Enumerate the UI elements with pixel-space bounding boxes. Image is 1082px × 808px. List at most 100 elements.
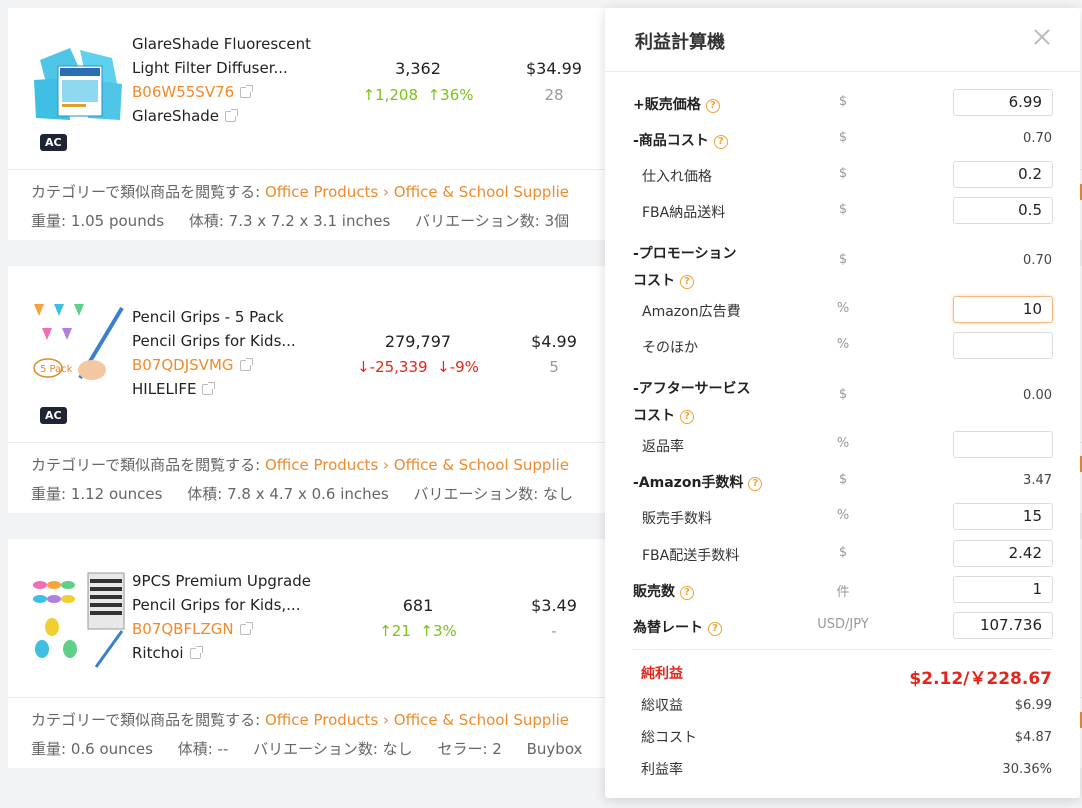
external-link-icon[interactable]: [189, 646, 203, 659]
brand-text: HILELIFE: [132, 380, 197, 398]
product-asin-link[interactable]: B07QBFLZGN: [132, 617, 253, 641]
rank-change-value: 1,208: [375, 86, 419, 104]
calculator-row: -商品コスト? $0.70: [605, 121, 1080, 157]
help-icon[interactable]: ?: [748, 477, 763, 491]
row-label-text: 返品率: [642, 439, 684, 455]
divider: [633, 649, 1053, 650]
amazon-choice-badge: AC: [40, 134, 67, 151]
value-input[interactable]: [953, 431, 1053, 458]
row-label: 仕入れ価格: [642, 166, 712, 186]
arrow-up-icon: ↑: [415, 622, 433, 640]
sellers: セラー: 2: [437, 740, 502, 758]
help-icon[interactable]: ?: [708, 622, 722, 636]
variations: バリエーション数: なし: [253, 740, 413, 758]
value-input[interactable]: [953, 332, 1053, 359]
row-label: そのほか: [642, 337, 698, 357]
sales-rank: 279,797: [384, 332, 452, 351]
value-input[interactable]: 0.5: [953, 197, 1053, 224]
value-input[interactable]: 15: [953, 503, 1053, 530]
category-prefix: カテゴリーで類似商品を閲覧する:: [31, 711, 265, 729]
product-title-line2[interactable]: Light Filter Diffuser...: [132, 56, 288, 80]
weight: 重量: 0.6 ounces: [31, 740, 153, 758]
arrow-up-icon: ↑: [362, 86, 376, 104]
help-icon[interactable]: ?: [680, 410, 694, 424]
help-icon[interactable]: ?: [705, 99, 720, 113]
product-asin-link[interactable]: B07QDJSVMG: [132, 353, 253, 377]
row-label: -商品コスト?: [633, 130, 728, 150]
row-label: 販売手数料: [642, 508, 712, 528]
profit-margin-label: 利益率: [641, 762, 683, 778]
arrow-up-icon: ↑: [379, 622, 392, 640]
external-link-icon[interactable]: [202, 382, 216, 395]
help-icon[interactable]: ?: [680, 586, 694, 600]
category-link[interactable]: Office Products › Office & School Suppli…: [265, 456, 569, 474]
weight: 重量: 1.12 ounces: [31, 485, 163, 503]
product-specs: 重量: 0.6 ounces 体積: -- バリエーション数: なし セラー: …: [31, 738, 602, 759]
row-label-text: -アフターサービス: [633, 381, 751, 397]
rank-change: ↓-25,339 ↓-9%: [338, 358, 498, 376]
calculator-row: 販売手数料% 15: [605, 499, 1080, 535]
row-label-text: 販売数: [633, 584, 675, 600]
product-specs: 重量: 1.05 pounds 体積: 7.3 x 7.2 x 3.1 inch…: [31, 210, 589, 231]
unit-label: $: [838, 545, 848, 560]
unit-label: $: [838, 94, 848, 109]
row-label-text: +販売価格: [633, 97, 701, 113]
unit-label: %: [836, 508, 850, 523]
asin-text: B07QBFLZGN: [132, 620, 234, 638]
row-label-text: 販売手数料: [642, 511, 712, 527]
row-label-text: FBA納品送料: [642, 205, 726, 221]
calculator-row: Amazon広告費% 10: [605, 292, 1080, 328]
row-label-text: 仕入れ価格: [642, 169, 712, 185]
category-prefix: カテゴリーで類似商品を閲覧する:: [31, 456, 265, 474]
product-title-line1[interactable]: 9PCS Premium Upgrade: [132, 569, 311, 593]
external-link-icon[interactable]: [239, 358, 253, 371]
row-label-text: 為替レート: [633, 620, 703, 636]
rank-change-value: 21: [391, 622, 411, 640]
product-title-line1[interactable]: Pencil Grips - 5 Pack: [132, 305, 284, 329]
product-title-line2[interactable]: Pencil Grips for Kids,...: [132, 593, 300, 617]
value-input[interactable]: 6.99: [953, 89, 1053, 116]
unit-label: %: [836, 436, 850, 451]
product-brand-link[interactable]: GlareShade: [132, 104, 239, 128]
product-brand-link[interactable]: Ritchoi: [132, 641, 203, 665]
weight: 重量: 1.05 pounds: [31, 212, 165, 230]
product-image[interactable]: [30, 40, 128, 138]
panel-title: 利益計算機: [635, 32, 725, 53]
product-brand-link[interactable]: HILELIFE: [132, 377, 216, 401]
external-link-icon[interactable]: [225, 109, 239, 122]
calculator-row: 返品率%: [605, 427, 1080, 463]
close-icon[interactable]: [1031, 26, 1053, 48]
value-input[interactable]: 10: [953, 296, 1053, 323]
help-icon[interactable]: ?: [713, 135, 728, 149]
unit-label: $: [838, 130, 848, 145]
category-link[interactable]: Office Products › Office & School Suppli…: [265, 711, 569, 729]
total-revenue-label: 総収益: [641, 698, 683, 714]
rank-change: ↑21 ↑3%: [338, 622, 498, 640]
value-input[interactable]: 1: [953, 576, 1053, 603]
external-link-icon[interactable]: [240, 85, 254, 98]
calculator-row: 販売数? 件 1: [605, 572, 1080, 608]
amazon-choice-badge: AC: [40, 407, 67, 424]
value-input[interactable]: 107.736: [953, 612, 1053, 639]
variations: バリエーション数: 3個: [415, 212, 570, 230]
volume: 体積: 7.3 x 7.2 x 3.1 inches: [188, 212, 391, 230]
row-label-text: Amazon広告費: [642, 304, 741, 320]
unit-label: $: [838, 166, 848, 181]
product-title-line1[interactable]: GlareShade Fluorescent: [132, 32, 311, 56]
value-input[interactable]: 0.2: [953, 161, 1053, 188]
product-asin-link[interactable]: B06W55SV76: [132, 80, 254, 104]
category-link[interactable]: Office Products › Office & School Suppli…: [265, 183, 569, 201]
computed-value: 0.70: [1023, 131, 1052, 146]
help-icon[interactable]: ?: [680, 275, 694, 289]
value-input[interactable]: 2.42: [953, 540, 1053, 567]
total-cost-label: 総コスト: [641, 730, 697, 746]
external-link-icon[interactable]: [239, 622, 253, 635]
row-label-text: -商品コスト: [633, 133, 709, 149]
svg-text:5 Pack: 5 Pack: [40, 364, 73, 375]
product-title-line2[interactable]: Pencil Grips for Kids...: [132, 329, 296, 353]
product-image[interactable]: 5 Pack: [30, 298, 128, 396]
price-sub-value: 28: [544, 86, 564, 104]
computed-value: 3.47: [1023, 473, 1052, 488]
row-label-text: -プロモーション: [633, 246, 737, 262]
product-image[interactable]: [30, 571, 128, 669]
